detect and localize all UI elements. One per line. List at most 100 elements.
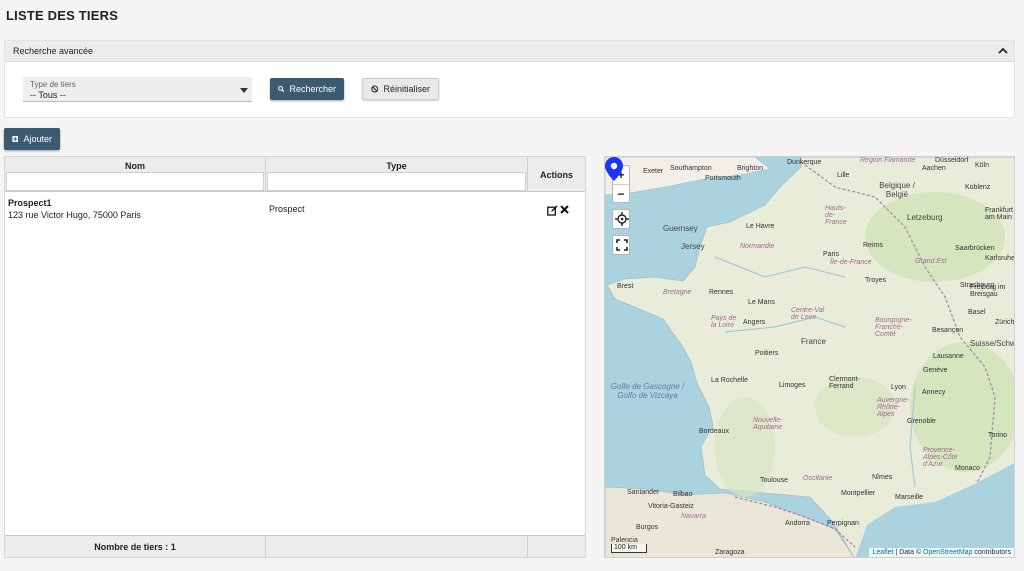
tier-type-label: Type de tiers	[30, 80, 76, 89]
locate-button[interactable]	[612, 209, 630, 229]
map-label: Île-de-France	[830, 259, 872, 266]
map-attribution: Leaflet | Data © OpenStreetMap contribut…	[869, 548, 1014, 557]
map-label: Hauts-de-France	[825, 205, 847, 226]
map-label: Navarra	[681, 513, 706, 520]
map-label: Southampton	[670, 165, 712, 172]
map-label: Bretagne	[663, 289, 692, 296]
map-label: Le Havre	[746, 223, 775, 230]
map-label: Koblenz	[965, 184, 991, 191]
tier-type-select[interactable]: Type de tiers -- Tous --	[23, 77, 252, 102]
map-label: Jersey	[681, 242, 705, 251]
map-scale: 100 km	[611, 544, 647, 553]
map-label: Troyes	[865, 277, 887, 284]
map-label: Portsmouth	[705, 175, 741, 182]
map-label: Région Flamande	[860, 157, 916, 164]
map-label: Centre-Val de Loire	[791, 307, 825, 321]
tier-count: Nombre de tiers : 1	[5, 536, 266, 558]
table-row[interactable]: Prospect1 123 rue Victor Hugo, 75000 Par…	[5, 194, 585, 228]
map-label: Occitanie	[803, 475, 833, 482]
map-label: Reims	[863, 242, 883, 249]
map-label: Guernsey	[663, 224, 698, 233]
map-label: Saarbrücken	[955, 245, 995, 252]
map-label: Nouvelle-Aquitaine	[753, 417, 783, 431]
column-header-label: Type	[386, 161, 407, 171]
column-header-label: Nom	[125, 161, 145, 171]
map-label: Zürich	[995, 319, 1015, 326]
map-label: Nîmes	[872, 474, 893, 481]
map-label: Andorra	[785, 520, 810, 527]
fullscreen-button[interactable]	[612, 235, 630, 255]
attribution-tail: contributors	[972, 549, 1011, 556]
map-marker-icon[interactable]	[605, 157, 623, 181]
map-label: Karlsruhe	[985, 255, 1015, 262]
map-label: Montpellier	[841, 490, 876, 497]
tier-address: 123 rue Victor Hugo, 75000 Paris	[8, 210, 141, 220]
map-label: Brighton	[737, 165, 764, 172]
reset-button-label: Réinitialiser	[383, 84, 430, 94]
osm-link[interactable]: OpenStreetMap	[923, 549, 972, 556]
map-label: Torino	[988, 432, 1008, 439]
advanced-search-panel: Recherche avancée Type de tiers -- Tous …	[4, 40, 1015, 118]
map-label: Frankfurt am Main	[985, 207, 1014, 221]
edit-icon[interactable]	[547, 205, 558, 216]
add-button[interactable]: Ajouter	[4, 128, 60, 150]
tier-type: Prospect	[269, 204, 305, 214]
map-label: Auvergne-Rhône-Alpes	[877, 397, 910, 418]
table-footer: Nombre de tiers : 1	[5, 535, 585, 558]
map-label: Letzeburg	[907, 213, 943, 222]
map-label: Perpignan	[827, 520, 859, 527]
map-label: Pays de la Loire	[711, 315, 737, 329]
column-header-label: Actions	[539, 170, 573, 180]
map-label: Vitoria-Gasteiz	[648, 503, 694, 510]
map-label: Clermont-Ferrand	[829, 376, 860, 390]
attribution-separator: | Data ©	[893, 549, 924, 556]
map-label: Suisse/Schweiz	[970, 339, 1014, 348]
map-label: Freiburg im Breisgau	[970, 284, 1006, 298]
advanced-search-header[interactable]: Recherche avancée	[5, 41, 1014, 62]
leaflet-link[interactable]: Leaflet	[872, 549, 893, 556]
map-label: Golfe de Gascogne / Golfo de Vizcaya	[610, 382, 685, 400]
caret-down-icon	[240, 88, 248, 93]
tier-type-value: -- Tous --	[30, 90, 66, 100]
map-label: Toulouse	[760, 477, 789, 484]
map-label: Genève	[923, 367, 948, 374]
column-header-type[interactable]: Type	[266, 157, 528, 192]
map-label: France	[801, 337, 826, 346]
map[interactable]: Southampton Brighton Dunkerque Exeter Po…	[604, 156, 1015, 558]
delete-icon[interactable]	[560, 205, 569, 214]
search-button[interactable]: Rechercher	[270, 78, 344, 100]
map-label: Marseille	[895, 494, 924, 501]
map-label: Lyon	[891, 384, 906, 391]
map-label: Angers	[743, 319, 766, 326]
map-label: Annecy	[922, 389, 946, 396]
crosshair-icon	[615, 212, 629, 226]
map-label: Palencia	[611, 537, 638, 544]
map-label: Bilbao	[673, 491, 693, 498]
column-header-actions: Actions	[528, 157, 585, 192]
map-label: Exeter	[643, 168, 664, 175]
tiers-table: Nom Type Actions Prospect1 123 rue Victo…	[4, 156, 586, 558]
map-label: Belgique / België	[879, 181, 915, 199]
map-label: Bordeaux	[699, 428, 729, 435]
chevron-up-icon[interactable]	[998, 46, 1008, 56]
zoom-out-button[interactable]: −	[613, 184, 629, 202]
footer-empty-cell	[528, 536, 585, 558]
map-label: La Rochelle	[711, 377, 748, 384]
footer-empty-cell	[266, 536, 528, 558]
filter-input-type[interactable]	[267, 172, 526, 191]
map-label: Düsseldorf	[935, 157, 969, 164]
search-icon	[278, 85, 285, 93]
map-label: Santander	[627, 489, 660, 496]
column-header-nom[interactable]: Nom	[5, 157, 266, 192]
map-label: Grand Est	[915, 258, 947, 265]
map-label: Le Mans	[748, 299, 775, 306]
map-label: Bourgogne-Franche-Comté	[875, 317, 912, 338]
map-label: Basel	[968, 309, 986, 316]
map-label: Lille	[837, 172, 850, 179]
map-label: Paris	[823, 251, 839, 258]
map-label: Grenoble	[907, 418, 936, 425]
reset-button[interactable]: Réinitialiser	[362, 78, 439, 100]
map-label: Aachen	[922, 165, 946, 172]
filter-input-nom[interactable]	[6, 172, 264, 191]
ban-icon	[371, 85, 379, 93]
